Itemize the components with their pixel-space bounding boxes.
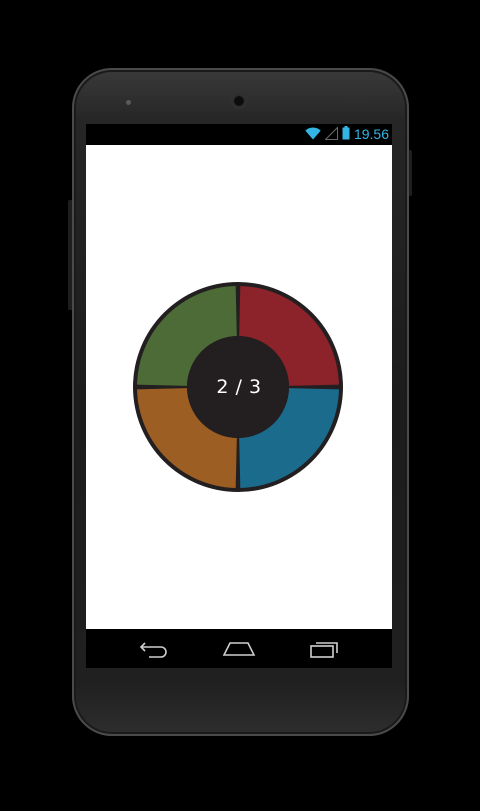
recent-apps-icon: [310, 642, 338, 658]
wifi-icon: [305, 125, 321, 144]
recent-apps-button[interactable]: [305, 636, 345, 662]
status-bar: 19.56: [86, 124, 392, 145]
progress-label: 2 / 3: [216, 376, 262, 398]
cell-signal-icon: [324, 125, 338, 144]
navigation-bar: [86, 629, 392, 668]
status-icons: 19.56: [305, 125, 389, 144]
home-icon: [222, 642, 256, 656]
earpiece-speaker: [344, 99, 362, 104]
proximity-sensor: [126, 100, 131, 105]
status-time: 19.56: [353, 126, 389, 142]
front-camera-icon: [231, 93, 247, 109]
back-icon: [139, 642, 167, 658]
battery-icon: [342, 125, 350, 144]
home-button[interactable]: [219, 636, 259, 662]
screenshot-stage: 19.56 2 / 3: [0, 0, 480, 811]
back-button[interactable]: [134, 636, 174, 662]
